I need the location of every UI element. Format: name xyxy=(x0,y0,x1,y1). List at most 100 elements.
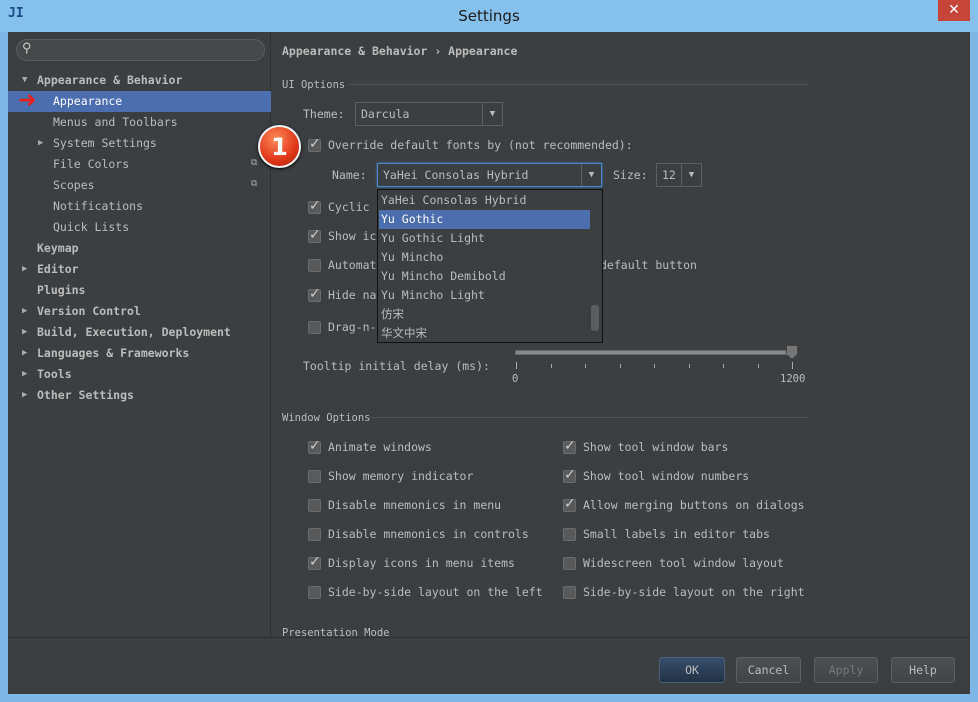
expand-right-icon[interactable]: ▶ xyxy=(22,306,27,316)
sidebar-item-label: Menus and Toolbars xyxy=(53,115,178,129)
expand-right-icon[interactable]: ▶ xyxy=(38,138,43,148)
window-option-label: Show tool window bars xyxy=(583,440,729,454)
sidebar-item[interactable]: Build, Execution, Deployment xyxy=(37,322,231,343)
slider-tick xyxy=(585,364,586,368)
search-input[interactable]: ⚲ xyxy=(16,39,265,61)
expand-right-icon[interactable]: ▶ xyxy=(22,369,27,379)
font-size-label: Size: xyxy=(613,168,648,182)
ui-option-checkbox[interactable] xyxy=(308,198,321,214)
project-scope-icon: ⧉ xyxy=(251,158,258,168)
sidebar-item-label: Keymap xyxy=(37,241,79,255)
sidebar-item-label: Editor xyxy=(37,262,79,276)
project-scope-icon: ⧉ xyxy=(251,179,258,189)
window-option-checkbox[interactable] xyxy=(563,586,576,599)
window-option-checkbox[interactable] xyxy=(308,586,321,599)
tooltip-delay-slider[interactable] xyxy=(515,350,797,355)
slider-min-label: 0 xyxy=(512,373,519,385)
window-option-checkbox[interactable] xyxy=(308,499,321,512)
sidebar-item[interactable]: Plugins xyxy=(37,280,85,301)
sidebar-item-label: File Colors xyxy=(53,157,130,171)
font-option[interactable]: Yu Gothic Light xyxy=(379,229,590,248)
sidebar-item[interactable]: Tools xyxy=(37,364,72,385)
section-ui-options: UI Options xyxy=(282,79,346,91)
window-option-label: Side-by-side layout on the right xyxy=(583,585,805,599)
window-option-label: Show tool window numbers xyxy=(583,469,750,483)
sidebar-item[interactable]: Menus and Toolbars xyxy=(53,112,178,133)
ui-option-label: Drag-n- xyxy=(328,320,377,334)
annotation-badge: 1 xyxy=(258,125,301,168)
sidebar-item[interactable]: Editor xyxy=(37,259,79,280)
window-option-checkbox[interactable] xyxy=(563,438,576,454)
font-option[interactable]: Yu Gothic xyxy=(379,210,590,229)
help-button[interactable]: Help xyxy=(891,657,955,683)
sidebar-item-label: Build, Execution, Deployment xyxy=(37,325,231,339)
cancel-button[interactable]: Cancel xyxy=(736,657,801,683)
ui-option-checkbox[interactable] xyxy=(308,259,321,272)
slider-tick xyxy=(688,364,690,368)
font-option[interactable]: YaHei Consolas Hybrid xyxy=(379,191,590,210)
font-option[interactable]: 仿宋 xyxy=(379,305,590,324)
slider-tick xyxy=(757,364,759,368)
sidebar-item-label: Plugins xyxy=(37,283,86,297)
font-size-select[interactable]: 12 ▼ xyxy=(656,163,702,187)
close-button[interactable]: ✕ xyxy=(938,0,970,21)
font-option[interactable]: Yu Mincho Light xyxy=(379,286,590,305)
ui-option-checkbox[interactable] xyxy=(308,286,321,302)
window-option-checkbox[interactable] xyxy=(308,528,321,541)
sidebar-item-label: Tools xyxy=(37,367,72,381)
font-option[interactable]: Yu Mincho xyxy=(379,248,590,267)
sidebar-item[interactable]: Keymap xyxy=(37,238,79,259)
breadcrumb: Appearance & Behavior › Appearance xyxy=(282,44,518,58)
expand-right-icon[interactable]: ▶ xyxy=(22,327,27,337)
font-name-select[interactable]: YaHei Consolas Hybrid ▼ xyxy=(377,163,602,187)
window-option-label: Show memory indicator xyxy=(328,469,474,483)
window-option-checkbox[interactable] xyxy=(563,557,576,570)
font-name-label: Name: xyxy=(332,168,367,182)
sidebar-item[interactable]: Scopes xyxy=(53,175,95,196)
window-option-checkbox[interactable] xyxy=(308,438,321,454)
theme-select[interactable]: Darcula ▼ xyxy=(355,102,503,126)
sidebar-item[interactable]: Quick Lists xyxy=(53,217,129,238)
ui-option-label: Automat xyxy=(328,258,377,272)
apply-button[interactable]: Apply xyxy=(814,657,878,683)
slider-tick xyxy=(654,364,655,368)
sidebar-item[interactable]: System Settings xyxy=(53,133,157,154)
chevron-down-icon: ▼ xyxy=(681,164,701,186)
window-option-checkbox[interactable] xyxy=(308,470,321,483)
window-option-checkbox[interactable] xyxy=(563,467,576,483)
theme-value: Darcula xyxy=(361,107,410,121)
expand-right-icon[interactable]: ▶ xyxy=(22,264,27,274)
expand-down-icon[interactable]: ▼ xyxy=(22,75,27,85)
expand-right-icon[interactable]: ▶ xyxy=(22,348,27,358)
window-option-checkbox[interactable] xyxy=(308,554,321,570)
ok-button[interactable]: OK xyxy=(659,657,725,683)
sidebar-item[interactable]: Version Control xyxy=(37,301,141,322)
window-title: Settings xyxy=(0,0,978,32)
window-option-checkbox[interactable] xyxy=(563,496,576,512)
divider xyxy=(370,417,808,418)
slider-tick xyxy=(723,364,724,368)
window-option-checkbox[interactable] xyxy=(563,528,576,541)
window-option-label: Disable mnemonics in menu xyxy=(328,498,502,512)
sidebar-item[interactable]: Other Settings xyxy=(37,385,134,406)
sidebar-item[interactable]: File Colors xyxy=(53,154,129,175)
sidebar-item[interactable]: Languages & Frameworks xyxy=(37,343,189,364)
font-option[interactable]: 华文中宋 xyxy=(379,324,590,343)
annotation-arrow-icon: ➜ xyxy=(18,88,37,113)
font-dropdown-list: YaHei Consolas Hybrid Yu Gothic Yu Gothic … xyxy=(377,189,603,343)
sidebar-item[interactable]: Appearance & Behavior xyxy=(37,70,182,91)
override-fonts-checkbox[interactable] xyxy=(308,136,321,152)
font-option[interactable]: Yu Mincho Demibold xyxy=(379,267,590,286)
ui-option-checkbox[interactable] xyxy=(308,321,321,334)
ui-option-label: Cyclic xyxy=(328,200,370,214)
ui-option-checkbox[interactable] xyxy=(308,227,321,243)
sidebar-item-label: Appearance xyxy=(53,94,123,108)
sidebar-item[interactable]: Notifications xyxy=(53,196,143,217)
expand-right-icon[interactable]: ▶ xyxy=(22,390,27,400)
scrollbar-thumb[interactable] xyxy=(591,305,599,331)
slider-tick xyxy=(619,364,621,368)
theme-label: Theme: xyxy=(303,107,345,121)
section-window-options: Window Options xyxy=(282,412,371,424)
sidebar-item-label: Other Settings xyxy=(37,388,134,402)
sidebar-item[interactable]: Appearance xyxy=(8,91,271,112)
